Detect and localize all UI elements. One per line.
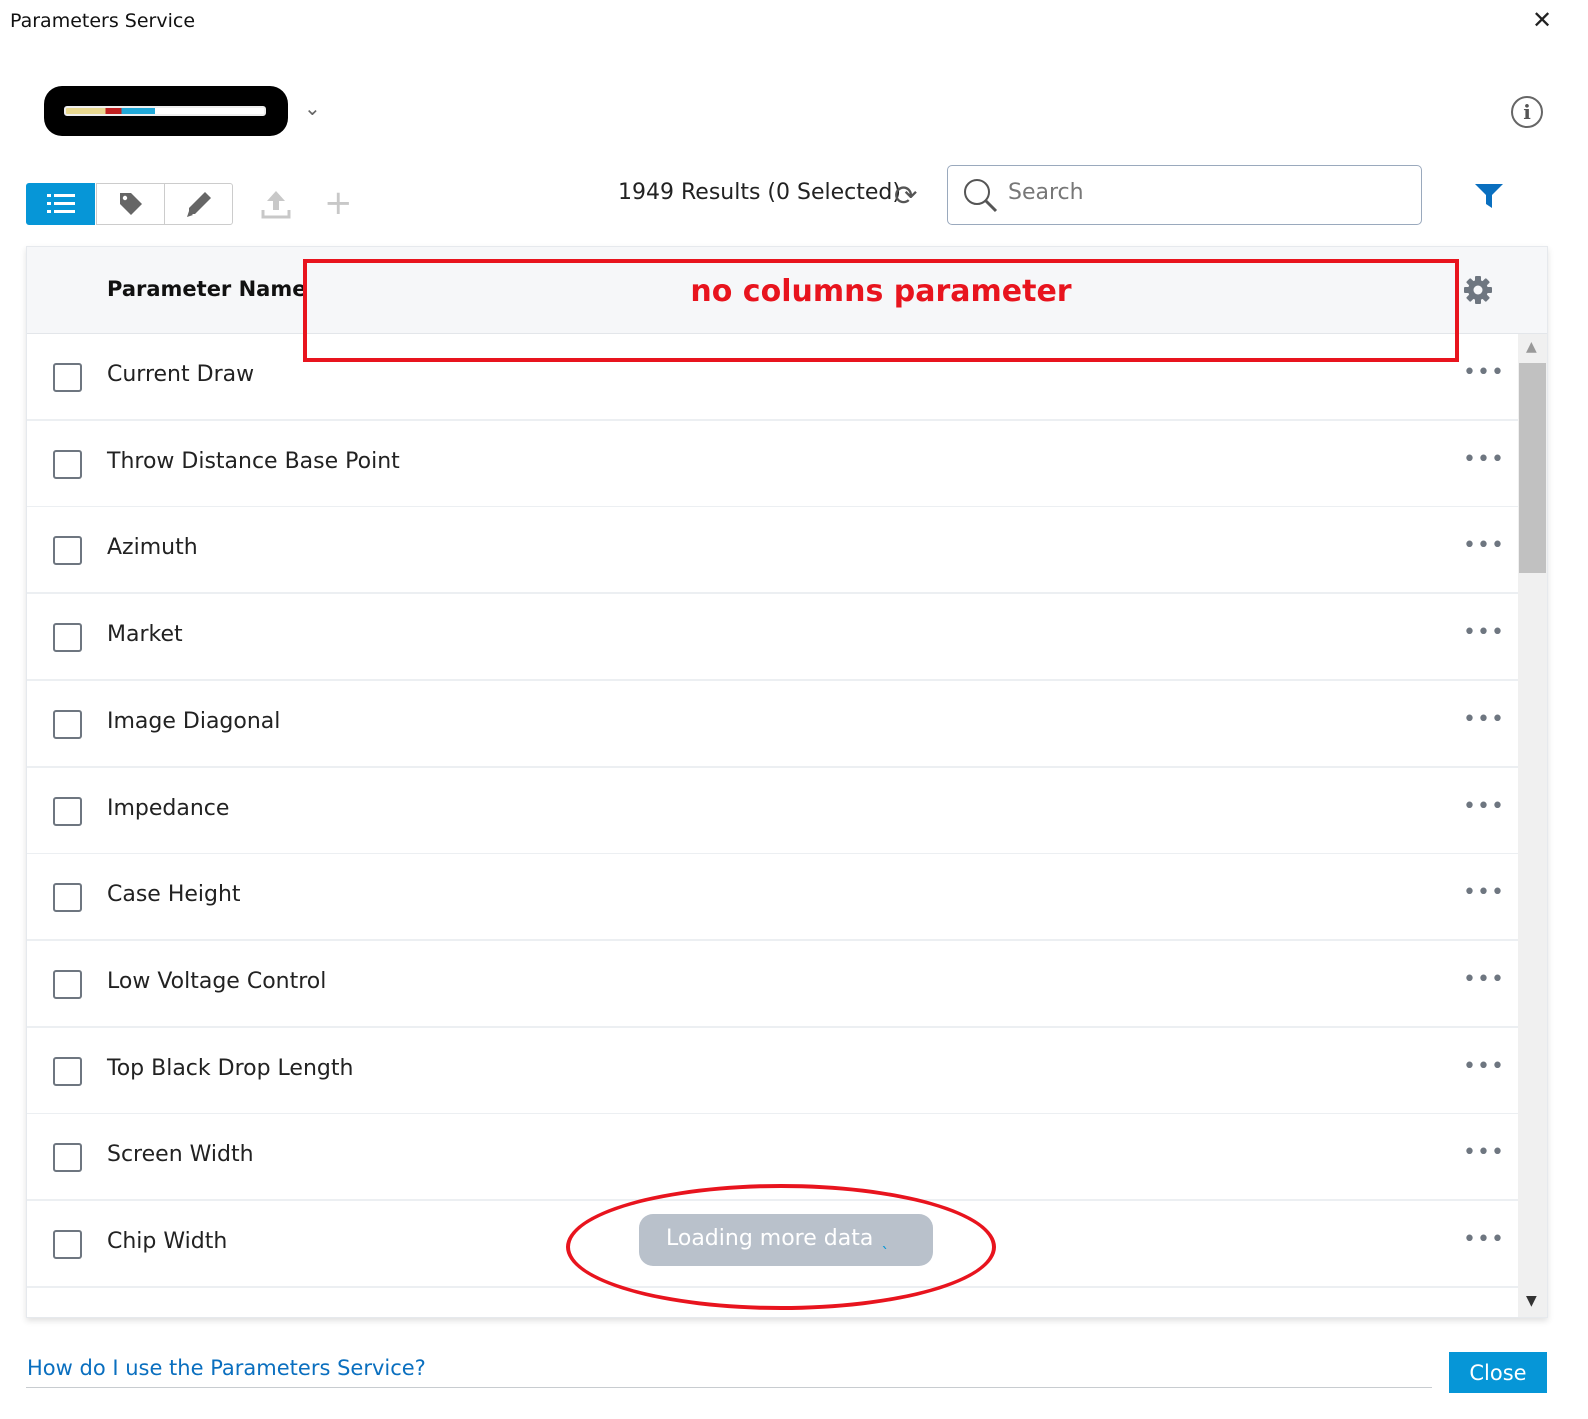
scroll-up-arrow[interactable]: ▲ bbox=[1526, 339, 1537, 355]
parameter-name: Screen Width bbox=[107, 1142, 254, 1168]
annotation-ellipse bbox=[566, 1184, 996, 1310]
annotation-text: no columns parameter bbox=[690, 274, 1072, 309]
table-row[interactable]: Top Black Drop Length ••• bbox=[27, 1027, 1518, 1115]
project-logo-image bbox=[64, 106, 266, 116]
filter-icon[interactable] bbox=[1475, 184, 1503, 208]
row-checkbox[interactable] bbox=[53, 536, 82, 566]
parameter-name: Case Height bbox=[107, 882, 241, 908]
row-checkbox[interactable] bbox=[53, 623, 82, 653]
row-checkbox[interactable] bbox=[53, 796, 82, 826]
parameter-name: Chip Width bbox=[107, 1229, 228, 1254]
parameter-name: Throw Distance Base Point bbox=[107, 448, 400, 474]
list-view-button[interactable] bbox=[26, 183, 95, 225]
tag-button[interactable] bbox=[96, 183, 165, 225]
table-row[interactable]: Case Height ••• bbox=[27, 854, 1518, 942]
more-options-icon[interactable]: ••• bbox=[1463, 533, 1505, 558]
add-icon[interactable]: + bbox=[324, 186, 353, 220]
table-row[interactable]: Azimuth ••• bbox=[27, 507, 1518, 595]
divider bbox=[26, 1387, 1432, 1388]
help-link[interactable]: How do I use the Parameters Service? bbox=[27, 1356, 426, 1380]
column-header-parameter-name[interactable]: Parameter Name bbox=[107, 277, 306, 301]
row-checkbox[interactable] bbox=[53, 969, 82, 999]
close-icon[interactable]: ✕ bbox=[1532, 6, 1552, 34]
upload-icon[interactable] bbox=[260, 188, 292, 220]
more-options-icon[interactable]: ••• bbox=[1463, 967, 1505, 992]
row-checkbox[interactable] bbox=[53, 1056, 82, 1086]
row-checkbox[interactable] bbox=[53, 883, 82, 913]
more-options-icon[interactable]: ••• bbox=[1463, 794, 1505, 819]
more-options-icon[interactable]: ••• bbox=[1463, 880, 1505, 905]
info-icon[interactable]: i bbox=[1511, 96, 1543, 128]
row-checkbox[interactable] bbox=[53, 449, 82, 479]
list-icon bbox=[46, 194, 75, 213]
results-count: 1949 Results (0 Selected) bbox=[618, 180, 901, 205]
parameter-name: Impedance bbox=[107, 795, 230, 821]
parameter-name: Current Draw bbox=[107, 362, 255, 387]
row-checkbox[interactable] bbox=[53, 1143, 82, 1173]
table-row[interactable]: Image Diagonal ••• bbox=[27, 680, 1518, 768]
row-checkbox[interactable] bbox=[53, 1230, 82, 1259]
row-checkbox[interactable] bbox=[53, 363, 82, 392]
table-row[interactable]: Throw Distance Base Point ••• bbox=[27, 420, 1518, 508]
parameters-table: Parameter Name Current Draw ••• Throw Dist… bbox=[26, 246, 1548, 1318]
more-options-icon[interactable]: ••• bbox=[1463, 707, 1505, 732]
more-options-icon[interactable]: ••• bbox=[1463, 1054, 1505, 1079]
refresh-icon[interactable]: ⟳ bbox=[894, 179, 917, 212]
row-checkbox[interactable] bbox=[53, 709, 82, 739]
parameter-name: Image Diagonal bbox=[107, 708, 281, 734]
more-options-icon[interactable]: ••• bbox=[1463, 620, 1505, 645]
window-title: Parameters Service bbox=[10, 10, 196, 32]
edit-button[interactable] bbox=[164, 183, 233, 225]
chevron-down-icon[interactable]: ⌄ bbox=[304, 96, 321, 120]
parameter-name: Market bbox=[107, 622, 183, 648]
row-checkbox[interactable] bbox=[53, 1316, 82, 1317]
more-options-icon[interactable]: ••• bbox=[1463, 1140, 1505, 1165]
more-options-icon[interactable]: ••• bbox=[1463, 1227, 1505, 1252]
parameter-name: Low Voltage Control bbox=[107, 968, 327, 994]
gear-icon[interactable] bbox=[1463, 275, 1493, 305]
scrollbar-thumb[interactable] bbox=[1519, 363, 1546, 573]
parameter-name: Azimuth bbox=[107, 535, 198, 561]
table-row[interactable]: Market ••• bbox=[27, 594, 1518, 682]
tag-icon bbox=[119, 193, 142, 215]
close-button[interactable]: Close bbox=[1449, 1352, 1547, 1393]
scroll-down-arrow[interactable]: ▼ bbox=[1526, 1293, 1537, 1309]
more-options-icon[interactable]: ••• bbox=[1463, 360, 1505, 385]
pencil-icon bbox=[186, 192, 211, 217]
search-input[interactable] bbox=[1008, 180, 1408, 205]
table-row[interactable]: Low Voltage Control ••• bbox=[27, 940, 1518, 1028]
more-options-icon[interactable]: ••• bbox=[1463, 447, 1505, 472]
parameter-name: Top Black Drop Length bbox=[107, 1055, 354, 1081]
table-row[interactable]: Impedance ••• bbox=[27, 767, 1518, 855]
search-icon bbox=[964, 179, 998, 213]
